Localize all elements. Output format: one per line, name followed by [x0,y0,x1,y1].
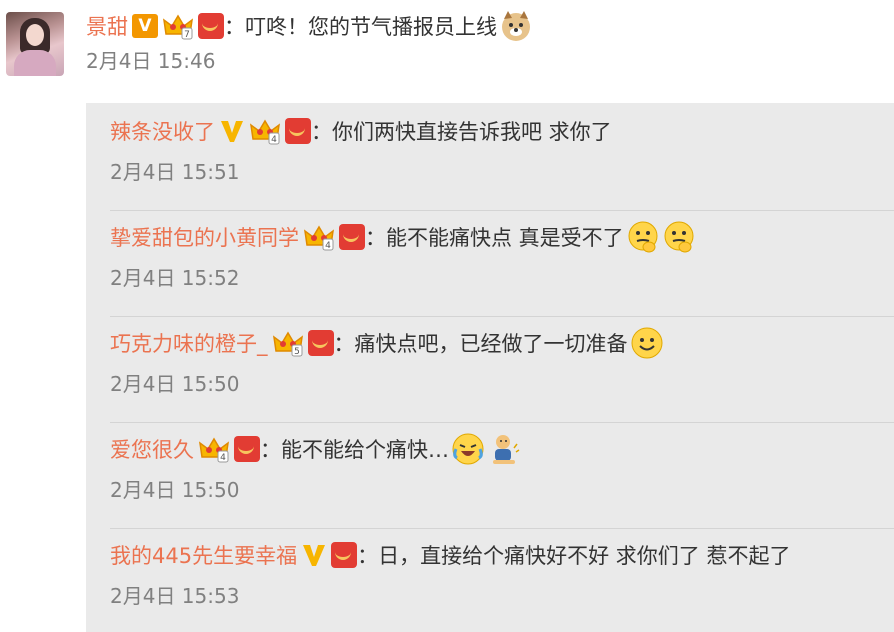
reply-time: 2月4日 15:51 [110,159,240,184]
reply-item: 我的445先生要幸福 ： 日，直接给个痛快好不好 求你们了 惹不起了 2月4日 … [110,527,894,632]
red-packet-icon[interactable] [331,542,358,568]
crown-level-icon[interactable]: 4 [198,435,230,463]
vip-badge-icon[interactable] [219,118,245,144]
reply-time: 2月4日 15:52 [110,265,240,290]
squat-emoji-icon [487,432,521,466]
reply-time: 2月4日 15:53 [110,583,240,608]
thinking-emoji-icon [662,220,696,254]
reply-time: 2月4日 15:50 [110,477,240,502]
reply-username[interactable]: 我的445先生要幸福 [110,540,297,570]
thinking-emoji-icon [626,220,660,254]
reply-text: 痛快点吧，已经做了一切准备 [354,332,628,356]
reply-time: 2月4日 15:50 [110,371,240,396]
username[interactable]: 景甜 [86,11,128,41]
avatar[interactable] [6,12,64,76]
vip-badge-icon[interactable] [301,542,327,568]
reply-line: 辣条没收了 4 ： 你们两快直接告诉我吧 求你了 [110,113,894,149]
reply-item: 爱您很久 4 ： 能不能给个痛快… 2月4日 15:50 [110,421,894,527]
red-packet-icon[interactable] [198,13,224,39]
replies-panel: 辣条没收了 4 ： 你们两快直接告诉我吧 求你了 2月4日 15:51 挚爱甜包… [86,103,894,632]
crown-level-icon[interactable]: 4 [303,223,335,251]
svg-text:4: 4 [220,453,226,463]
red-packet-icon[interactable] [285,118,311,144]
comment-time: 2月4日 15:46 [86,48,216,73]
red-packet-icon[interactable] [307,330,334,356]
crown-level-icon[interactable]: 4 [249,117,281,145]
svg-text:4: 4 [325,241,331,251]
reply-text: 日，直接给个痛快好不好 求你们了 惹不起了 [378,544,791,568]
crown-level-icon[interactable]: 5 [272,329,304,357]
svg-text:7: 7 [184,30,190,40]
colon: ： [357,544,379,568]
reply-line: 挚爱甜包的小黄同学 4 ： 能不能痛快点 真是受不了 [110,219,894,255]
reply-item: 巧克力味的橙子_ 5 ： 痛快点吧，已经做了一切准备 2月4日 15:50 [110,315,894,421]
reply-line: 巧克力味的橙子_ 5 ： 痛快点吧，已经做了一切准备 [110,325,894,361]
vip-badge-icon[interactable]: V [132,14,158,38]
reply-text: 能不能给个痛快… [281,438,449,462]
reply-username[interactable]: 辣条没收了 [110,116,215,146]
red-packet-icon[interactable] [234,436,260,462]
reply-item: 挚爱甜包的小黄同学 4 ： 能不能痛快点 真是受不了 2月4日 15:52 [110,209,894,315]
comment-text: 叮咚！您的节气播报员上线 [245,15,497,39]
red-packet-icon[interactable] [339,224,365,250]
colon: ： [311,120,332,144]
colon: ： [365,226,386,250]
svg-text:5: 5 [294,347,300,357]
reply-username[interactable]: 挚爱甜包的小黄同学 [110,222,299,252]
colon: ： [260,438,281,462]
reply-line: 我的445先生要幸福 ： 日，直接给个痛快好不好 求你们了 惹不起了 [110,537,894,573]
main-comment: 景甜 V 7 ： 叮咚！您的节气播报员上线 2月4日 15:46 [86,8,894,74]
reply-text: 你们两快直接告诉我吧 求你了 [332,120,612,144]
colon: ： [333,332,355,356]
doge-emoji-icon [499,9,533,43]
comment-line: 景甜 V 7 ： 叮咚！您的节气播报员上线 [86,8,894,44]
reply-text: 能不能痛快点 真是受不了 [386,226,624,250]
svg-text:4: 4 [271,135,277,145]
reply-item: 辣条没收了 4 ： 你们两快直接告诉我吧 求你了 2月4日 15:51 [110,103,894,209]
crown-level-icon[interactable]: 7 [162,12,194,40]
reply-username[interactable]: 巧克力味的橙子_ [110,328,268,358]
colon: ： [224,15,245,39]
reply-line: 爱您很久 4 ： 能不能给个痛快… [110,431,894,467]
laugh-cry-emoji-icon [451,432,485,466]
reply-username[interactable]: 爱您很久 [110,434,194,464]
smile-emoji-icon [630,326,664,360]
